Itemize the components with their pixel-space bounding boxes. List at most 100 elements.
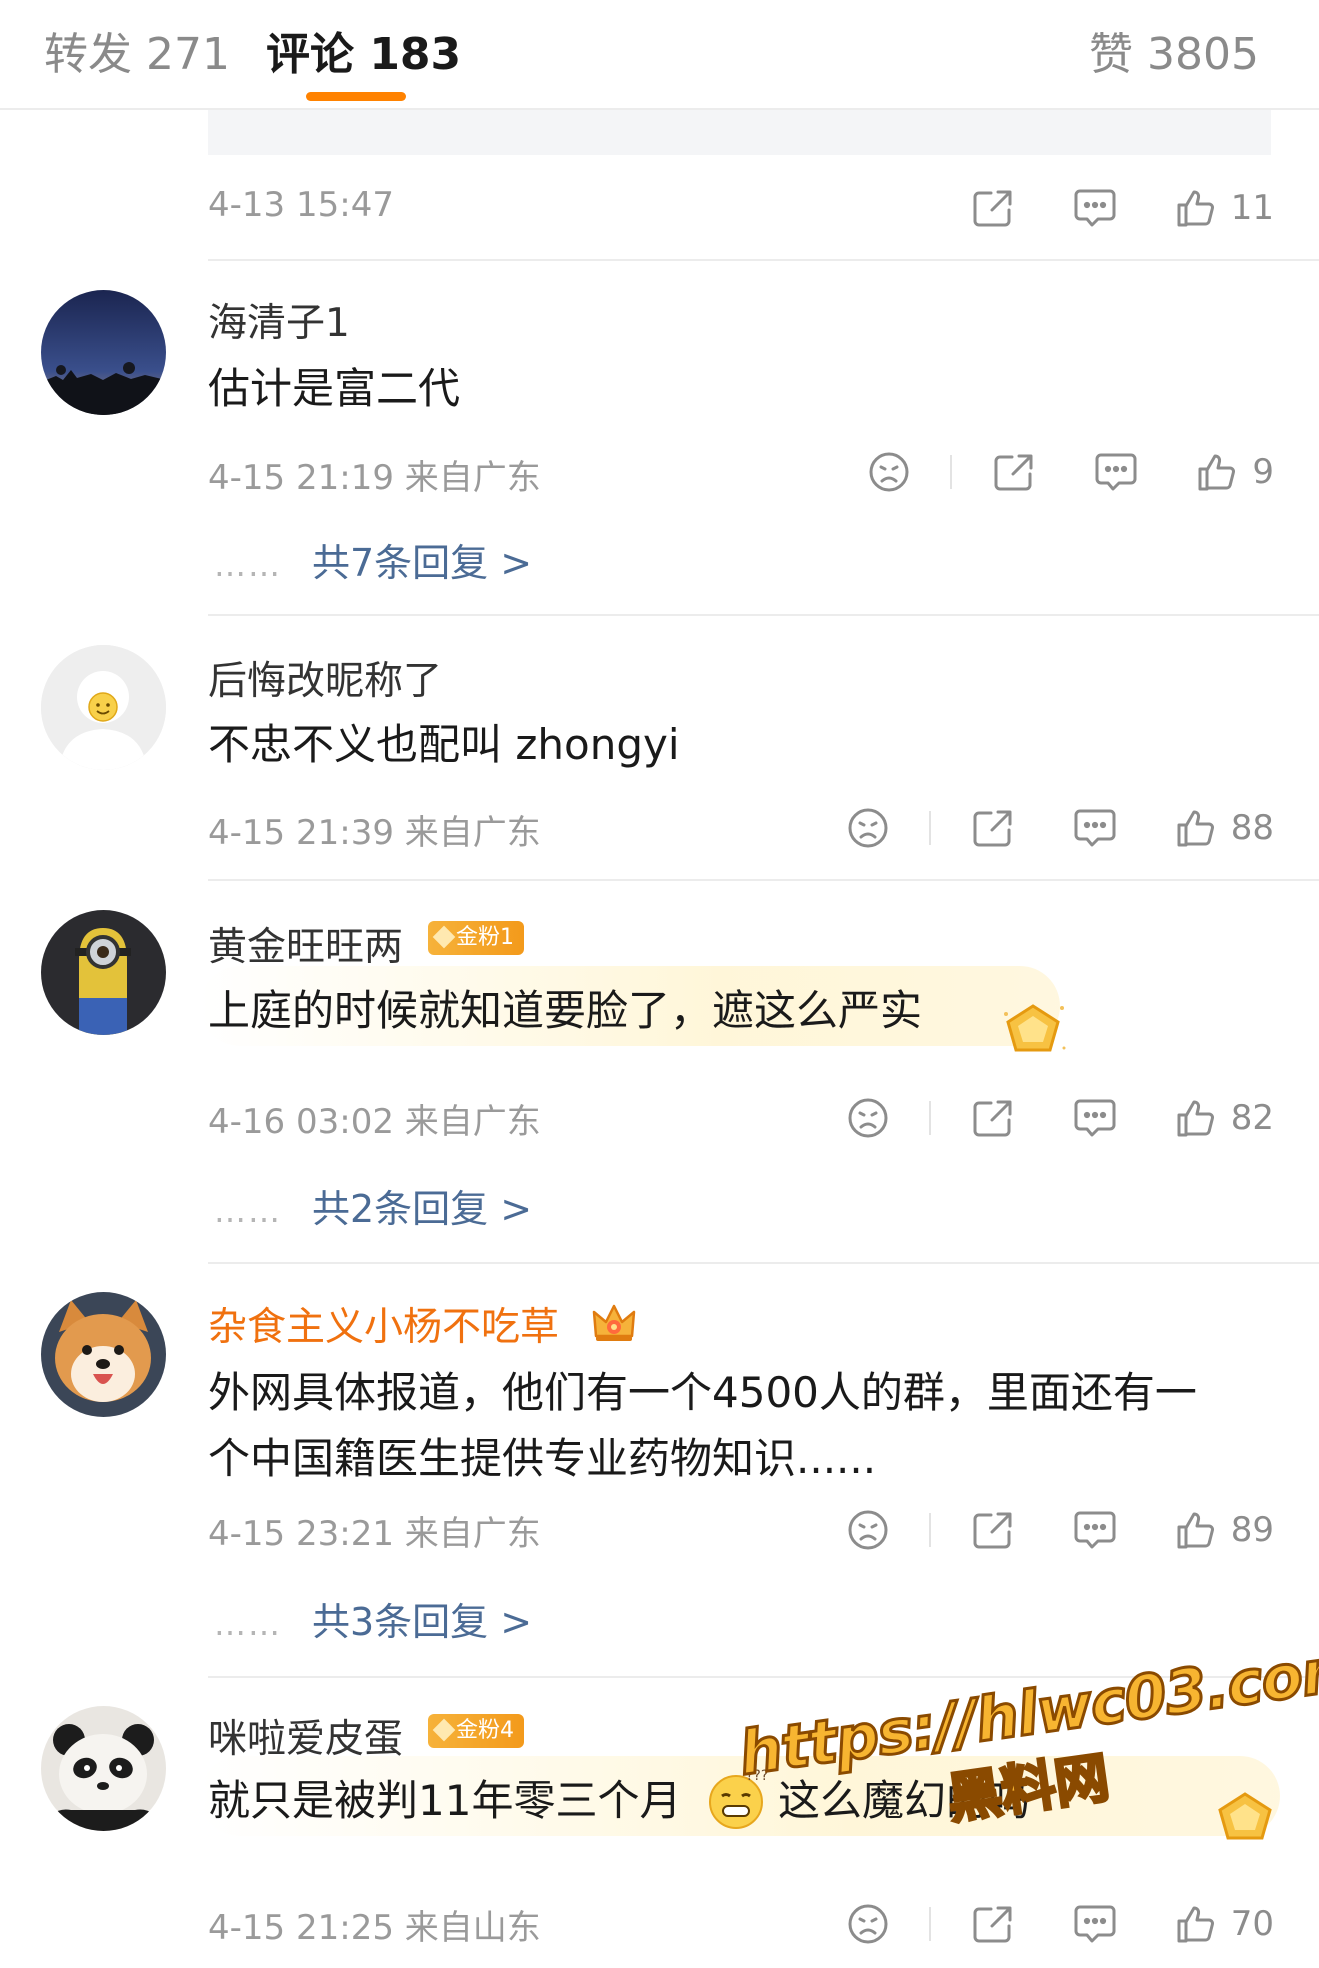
like-button[interactable]: 9 bbox=[1196, 451, 1274, 493]
comment-text: 估计是富二代 bbox=[208, 364, 461, 413]
comment-text-line-1: 外网具体报道，他们有一个4500人的群，里面还有一 bbox=[208, 1368, 1197, 1417]
share-button[interactable] bbox=[971, 1510, 1015, 1550]
share-button[interactable] bbox=[992, 452, 1036, 492]
tab-likes[interactable]: 赞 3805 bbox=[1089, 18, 1259, 82]
dislike-icon bbox=[848, 1904, 888, 1944]
comment-text-line-2: 个中国籍医生提供专业药物知识...... bbox=[208, 1434, 877, 1483]
fan-level-badge: 金粉1 bbox=[428, 921, 524, 955]
quoted-content-card[interactable] bbox=[208, 110, 1271, 155]
share-button[interactable] bbox=[971, 1904, 1015, 1944]
username[interactable]: 海清子1 bbox=[208, 292, 350, 348]
like-icon bbox=[1177, 190, 1214, 227]
separator bbox=[928, 1101, 931, 1135]
default-avatar-image bbox=[41, 645, 166, 770]
comment-icon bbox=[1074, 1511, 1116, 1549]
like-icon bbox=[1177, 1906, 1214, 1943]
tab-comments[interactable]: 评论 183 bbox=[266, 18, 461, 82]
grimace-emoji-icon: ??? bbox=[709, 1768, 768, 1829]
comment-icon bbox=[1074, 189, 1116, 227]
avatar[interactable] bbox=[41, 1706, 166, 1831]
comment-button[interactable] bbox=[1094, 451, 1138, 493]
separator bbox=[950, 455, 953, 489]
like-button[interactable]: 11 bbox=[1175, 187, 1274, 229]
separator bbox=[928, 811, 931, 845]
view-replies-link[interactable]: …… 共3条回复 > bbox=[214, 1591, 532, 1646]
like-button[interactable]: 82 bbox=[1175, 1097, 1274, 1139]
dislike-button[interactable] bbox=[847, 1509, 889, 1551]
comment-icon bbox=[1074, 1099, 1116, 1137]
share-icon bbox=[973, 810, 1012, 847]
comment-meta: 4-16 03:02 来自广东 bbox=[208, 1102, 541, 1142]
like-count: 9 bbox=[1252, 452, 1274, 492]
view-replies-link[interactable]: …… 共2条回复 > bbox=[214, 1178, 532, 1233]
comment-actions: 89 bbox=[847, 1500, 1274, 1560]
avatar[interactable] bbox=[41, 645, 166, 770]
replies-dots: …… bbox=[214, 1192, 282, 1230]
separator bbox=[928, 1513, 931, 1547]
gem-icon bbox=[432, 925, 456, 949]
dislike-button[interactable] bbox=[868, 451, 910, 493]
comment-button[interactable] bbox=[1073, 1509, 1117, 1551]
separator bbox=[928, 1907, 931, 1941]
like-button[interactable]: 88 bbox=[1175, 807, 1274, 849]
like-button[interactable]: 89 bbox=[1175, 1509, 1274, 1551]
dislike-button[interactable] bbox=[847, 807, 889, 849]
gem-icon bbox=[432, 1718, 456, 1742]
like-count: 89 bbox=[1230, 1510, 1274, 1550]
gold-gem-icon bbox=[1218, 1792, 1272, 1840]
comment-button[interactable] bbox=[1073, 807, 1117, 849]
username[interactable]: 后悔改昵称了 bbox=[208, 650, 442, 706]
gold-gem-icon bbox=[1004, 1004, 1066, 1052]
fan-badge-label: 金粉4 bbox=[456, 1718, 514, 1743]
dislike-button[interactable] bbox=[847, 1097, 889, 1139]
comment-button[interactable] bbox=[1073, 1903, 1117, 1945]
like-count: 11 bbox=[1230, 188, 1274, 228]
replies-dots: …… bbox=[214, 1605, 282, 1643]
comment-meta: 4-15 23:21 来自广东 bbox=[208, 1514, 541, 1554]
active-tab-indicator bbox=[306, 92, 406, 101]
comment-meta: 4-15 21:25 来自山东 bbox=[208, 1908, 541, 1948]
like-button[interactable]: 70 bbox=[1175, 1903, 1274, 1945]
dislike-button[interactable] bbox=[847, 1903, 889, 1945]
share-icon bbox=[973, 1100, 1012, 1137]
tab-bar: 转发 271 评论 183 赞 3805 bbox=[0, 0, 1319, 110]
dislike-icon bbox=[848, 1510, 888, 1550]
divider bbox=[208, 614, 1319, 616]
avatar[interactable] bbox=[41, 290, 166, 415]
like-count: 70 bbox=[1230, 1904, 1274, 1944]
share-icon bbox=[973, 1512, 1012, 1549]
comment-meta: 4-15 21:39 来自广东 bbox=[208, 813, 541, 853]
share-button[interactable] bbox=[971, 808, 1015, 848]
replies-label: 共2条回复 > bbox=[312, 1187, 533, 1231]
fan-badge-label: 金粉1 bbox=[456, 925, 514, 950]
comment-actions: 9 bbox=[868, 442, 1274, 502]
tab-repost[interactable]: 转发 271 bbox=[44, 18, 230, 82]
replies-label: 共7条回复 > bbox=[312, 541, 533, 585]
avatar[interactable] bbox=[41, 910, 166, 1035]
divider bbox=[208, 259, 1319, 261]
comment-actions: 11 bbox=[971, 178, 1274, 238]
share-icon bbox=[973, 190, 1012, 227]
fan-level-badge: 金粉4 bbox=[428, 1714, 524, 1748]
like-icon bbox=[1177, 810, 1214, 847]
replies-dots: …… bbox=[214, 546, 282, 584]
comment-button[interactable] bbox=[1073, 1097, 1117, 1139]
comment-button[interactable] bbox=[1073, 187, 1117, 229]
night-sky-avatar-image bbox=[41, 290, 166, 415]
like-icon bbox=[1177, 1100, 1214, 1137]
crown-icon bbox=[592, 1304, 636, 1341]
share-button[interactable] bbox=[971, 1098, 1015, 1138]
divider bbox=[208, 1262, 1319, 1264]
share-icon bbox=[973, 1906, 1012, 1943]
comment-text-part-1: 就只是被判11年零三个月 bbox=[208, 1776, 682, 1825]
view-replies-link[interactable]: …… 共7条回复 > bbox=[214, 532, 532, 587]
username[interactable]: 杂食主义小杨不吃草 bbox=[208, 1296, 559, 1352]
comment-text-part-2: 这么魔幻的吗 bbox=[778, 1776, 1031, 1825]
username[interactable]: 黄金旺旺两 bbox=[208, 916, 403, 972]
comment-icon bbox=[1095, 453, 1137, 491]
comment-text: 上庭的时候就知道要脸了，遮这么严实 bbox=[208, 986, 923, 1035]
avatar[interactable] bbox=[41, 1292, 166, 1417]
share-button[interactable] bbox=[971, 188, 1015, 228]
comment-time: 4-13 15:47 bbox=[208, 185, 394, 225]
comment-meta: 4-15 21:19 来自广东 bbox=[208, 458, 541, 498]
